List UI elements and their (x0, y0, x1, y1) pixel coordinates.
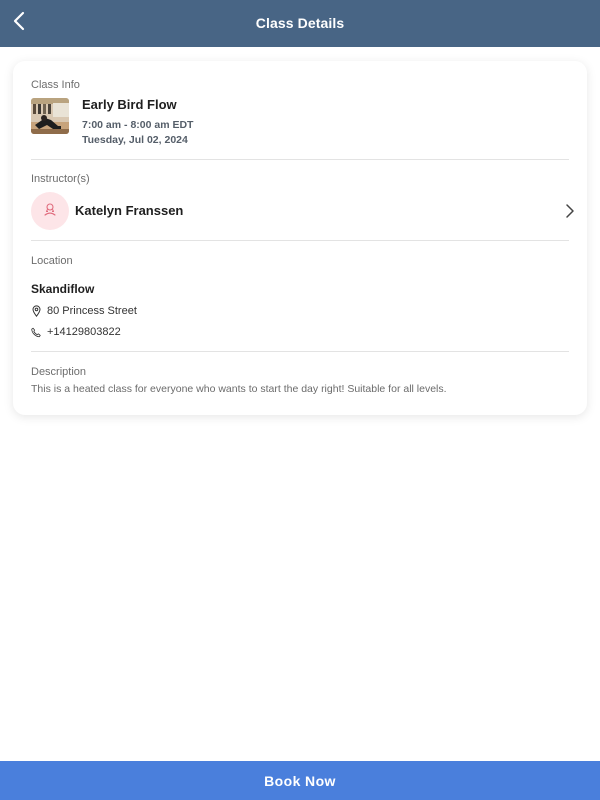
page-title: Class Details (255, 15, 345, 31)
instructor-name: Katelyn Franssen (75, 203, 184, 218)
class-details-screen: Class Details Class Info Early Bird Flow… (0, 0, 600, 800)
location-name: Skandiflow (31, 282, 95, 296)
top-bar: Class Details (0, 0, 600, 47)
divider (31, 240, 569, 241)
class-time: 7:00 am - 8:00 am EDT (82, 119, 194, 131)
description-label: Description (31, 366, 87, 378)
user-icon (43, 202, 57, 221)
class-name: Early Bird Flow (82, 97, 177, 112)
phone-text: +14129803822 (47, 326, 121, 338)
chevron-right-icon (564, 203, 576, 219)
location-phone[interactable]: +14129803822 (31, 325, 121, 339)
divider (31, 159, 569, 160)
class-info-label: Class Info (31, 79, 80, 91)
class-details-card: Class Info Early Bird Flow 7:00 am - 8:0… (13, 61, 587, 415)
map-pin-icon (31, 305, 41, 317)
phone-icon (31, 326, 41, 338)
divider (31, 351, 569, 352)
book-now-button[interactable]: Book Now (0, 761, 600, 800)
description-text: This is a heated class for everyone who … (31, 383, 447, 395)
instructor-label: Instructor(s) (31, 173, 90, 185)
location-label: Location (31, 255, 73, 267)
avatar (31, 192, 69, 230)
class-thumbnail (31, 98, 69, 134)
location-address: 80 Princess Street (31, 304, 137, 318)
instructor-row[interactable]: Katelyn Franssen (31, 192, 576, 230)
class-date: Tuesday, Jul 02, 2024 (82, 134, 188, 146)
address-text: 80 Princess Street (47, 305, 137, 317)
